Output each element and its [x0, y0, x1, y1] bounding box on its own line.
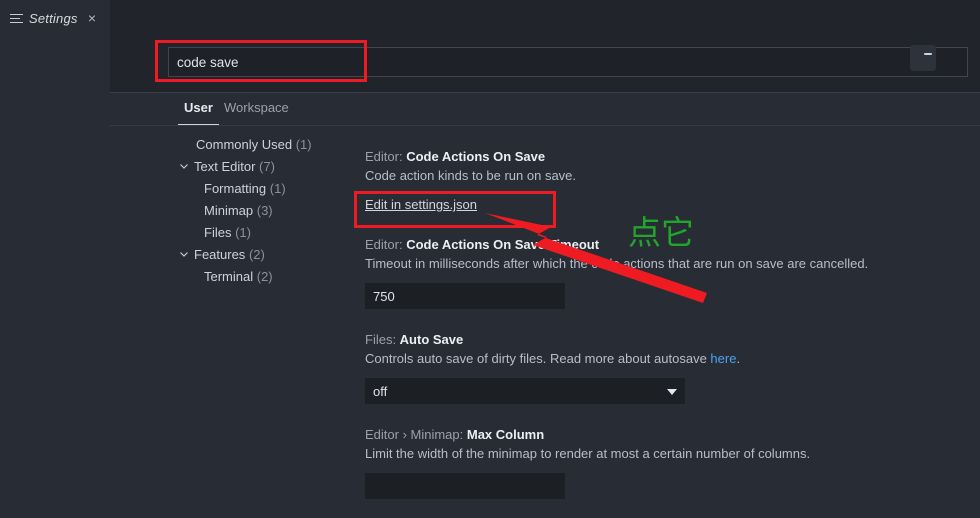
tree-item-count: (7) — [259, 159, 275, 174]
setting-title-prefix: Editor: — [365, 237, 406, 252]
setting-item: Editor › Minimap: Max ColumnLimit the wi… — [365, 426, 980, 518]
setting-title: Files: Auto Save — [365, 331, 980, 349]
tab-settings-label: Settings — [29, 11, 78, 26]
settings-tree: Commonly Used (1) Text Editor (7) Formatti… — [0, 133, 350, 287]
close-icon[interactable]: × — [84, 10, 100, 26]
tree-item-label: Minimap (3) — [204, 203, 273, 218]
tree-item-count: (1) — [296, 137, 312, 152]
setting-title-prefix: Editor › Minimap: — [365, 427, 467, 442]
tree-item-label: Features (2) — [194, 247, 265, 262]
setting-description: Timeout in milliseconds after which the … — [365, 254, 980, 274]
chevron-down-icon — [667, 389, 677, 395]
tree-item-label: Files (1) — [204, 225, 251, 240]
setting-title-name: Code Actions On Save — [406, 149, 545, 164]
tree-item-count: (2) — [257, 269, 273, 284]
tree-item[interactable]: Formatting (1) — [0, 177, 350, 199]
setting-title-name: Code Actions On Save Timeout — [406, 237, 599, 252]
tree-item-count: (3) — [257, 203, 273, 218]
search-container — [168, 47, 968, 77]
tree-item-count: (1) — [270, 181, 286, 196]
setting-title: Editor › Minimap: Max Column — [365, 426, 980, 444]
settings-lines-icon — [10, 13, 23, 24]
setting-description: Code action kinds to be run on save. — [365, 166, 980, 186]
setting-select[interactable]: off — [365, 378, 685, 404]
setting-text-input[interactable] — [365, 283, 565, 309]
setting-title: Editor: Code Actions On Save — [365, 148, 980, 166]
tree-item[interactable]: Files (1) — [0, 221, 350, 243]
tree-item[interactable]: Terminal (2) — [0, 265, 350, 287]
setting-title-prefix: Files: — [365, 332, 400, 347]
settings-scope-tabs: User Workspace — [110, 93, 980, 126]
setting-description: Controls auto save of dirty files. Read … — [365, 349, 980, 369]
chevron-down-icon[interactable] — [178, 248, 190, 260]
setting-text-input[interactable] — [365, 473, 565, 499]
chevron-down-icon[interactable] — [178, 160, 190, 172]
setting-item: Files: Auto SaveControls auto save of di… — [365, 331, 980, 426]
tree-item[interactable]: Commonly Used (1) — [0, 133, 350, 155]
setting-description: Limit the width of the minimap to render… — [365, 444, 980, 464]
tree-item-count: (1) — [235, 225, 251, 240]
tree-item[interactable]: Text Editor (7) — [0, 155, 350, 177]
tree-item[interactable]: Features (2) — [0, 243, 350, 265]
search-input[interactable] — [168, 47, 968, 77]
description-link[interactable]: here — [710, 351, 736, 366]
settings-list: Editor: Code Actions On SaveCode action … — [365, 148, 980, 518]
tree-item-label: Terminal (2) — [204, 269, 273, 284]
setting-title-name: Max Column — [467, 427, 544, 442]
tree-item-label: Formatting (1) — [204, 181, 286, 196]
tab-workspace[interactable]: Workspace — [218, 97, 295, 125]
header-action-button[interactable] — [910, 45, 936, 71]
annotation-note: 点它 — [628, 206, 694, 254]
tree-item-label: Text Editor (7) — [194, 159, 275, 174]
editor-tab-bar: Settings × — [0, 0, 980, 35]
tab-user[interactable]: User — [178, 97, 219, 125]
edit-in-settings-json-link[interactable]: Edit in settings.json — [365, 197, 477, 212]
setting-title-name: Auto Save — [400, 332, 464, 347]
setting-title-prefix: Editor: — [365, 149, 406, 164]
tree-item-label: Commonly Used (1) — [196, 137, 312, 152]
settings-header — [110, 35, 980, 93]
setting-select-value: off — [373, 384, 387, 399]
tree-item-count: (2) — [249, 247, 265, 262]
tree-item[interactable]: Minimap (3) — [0, 199, 350, 221]
